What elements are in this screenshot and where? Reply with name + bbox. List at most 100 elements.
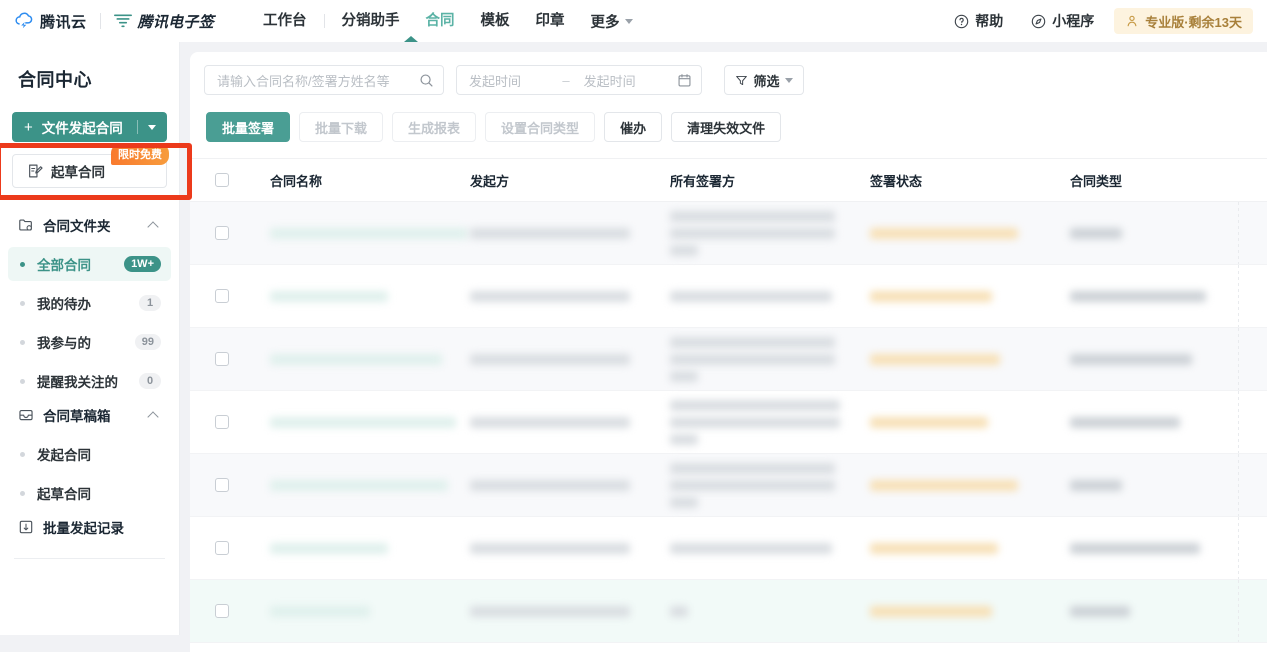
table-row[interactable] (190, 391, 1267, 453)
miniapp-button[interactable]: 小程序 (1017, 11, 1108, 31)
sidebar-item-remind-following[interactable]: 提醒我关注的 0 (8, 364, 171, 398)
redacted-value (470, 353, 630, 365)
redacted-value (1070, 479, 1122, 491)
column-header-initiator[interactable]: 发起方 (454, 171, 654, 190)
table-row[interactable] (190, 517, 1267, 579)
cell-contract-type (1054, 542, 1267, 554)
limited-time-free-badge: 限时免费 (111, 144, 169, 165)
table-row[interactable] (190, 580, 1267, 642)
folder-contract-icon (19, 219, 32, 231)
sidebar-item-participated[interactable]: 我参与的 99 (8, 325, 171, 359)
question-circle-icon (954, 14, 969, 28)
sidebar-group-contract-folder[interactable]: 合同文件夹 (12, 208, 167, 242)
batch-sign-button[interactable]: 批量签署 (206, 112, 291, 142)
search-icon[interactable] (419, 73, 434, 88)
chevron-down-icon (624, 18, 633, 24)
search-placeholder: 请输入合同名称/签署方姓名等 (217, 73, 390, 89)
nav-item-template[interactable]: 模板 (468, 0, 523, 42)
calendar-icon[interactable] (677, 73, 692, 88)
nav-item-seal[interactable]: 印章 (523, 0, 578, 42)
column-header-all-signers[interactable]: 所有签署方 (654, 171, 854, 190)
sidebar-item-draft-contract[interactable]: 起草合同 (8, 476, 171, 510)
nav-item-distribution[interactable]: 分销助手 (329, 0, 413, 42)
sidebar-item-all-contracts[interactable]: 全部合同 1W+ (8, 247, 171, 281)
redacted-value (870, 416, 988, 428)
sidebar-item-label: 全部合同 (37, 258, 91, 273)
sidebar-item-initiate-contract[interactable]: 发起合同 (8, 437, 171, 471)
tencent-esign-brand[interactable]: 腾讯电子签 (113, 11, 215, 32)
table-row[interactable] (190, 265, 1267, 327)
date-range-picker[interactable]: 发起时间 – 发起时间 (456, 65, 702, 95)
batch-record-icon (19, 520, 33, 534)
brand-divider (99, 13, 101, 29)
table-header-row: 合同名称 发起方 所有签署方 签署状态 合同类型 (190, 158, 1267, 202)
redacted-value (670, 353, 835, 365)
checkbox-unchecked-icon[interactable] (215, 352, 229, 366)
redacted-value (270, 605, 370, 617)
redacted-value (670, 399, 840, 411)
help-button[interactable]: 帮助 (940, 11, 1017, 31)
column-header-contract-name[interactable]: 合同名称 (254, 171, 454, 190)
checkbox-unchecked-icon[interactable] (215, 226, 229, 240)
sidebar-item-my-todo[interactable]: 我的待办 1 (8, 286, 171, 320)
main-nav-items: 工作台 分销助手 合同 模板 印章 更多 (250, 0, 646, 42)
help-label: 帮助 (975, 13, 1004, 29)
filter-button-label: 筛选 (753, 73, 780, 89)
sidebar-item-badge: 99 (134, 334, 161, 350)
chevron-up-icon[interactable] (147, 220, 159, 233)
sidebar-group-label: 合同草稿箱 (43, 409, 111, 424)
sidebar-item-label: 我的待办 (37, 297, 91, 312)
cell-all-signers (654, 462, 854, 508)
cell-sign-status (854, 227, 1054, 239)
pro-version-badge[interactable]: 专业版·剩余13天 (1114, 8, 1253, 34)
checkbox-unchecked-icon[interactable] (215, 415, 229, 429)
chevron-up-icon[interactable] (147, 410, 159, 423)
clear-invalid-files-button[interactable]: 清理失效文件 (671, 112, 782, 142)
redacted-value (670, 496, 698, 508)
redacted-value (870, 227, 1018, 239)
redacted-value (670, 605, 688, 617)
column-header-contract-type[interactable]: 合同类型 (1054, 171, 1267, 190)
row-select-cell (190, 541, 254, 555)
nav-item-more[interactable]: 更多 (578, 11, 646, 32)
table-row[interactable] (190, 454, 1267, 516)
checkbox-unchecked-icon[interactable] (215, 478, 229, 492)
nav-more-label: 更多 (590, 14, 620, 31)
nav-item-workbench[interactable]: 工作台 (250, 0, 320, 42)
page-title: 合同中心 (18, 70, 92, 90)
column-header-sign-status[interactable]: 签署状态 (854, 171, 1054, 190)
column-divider (1238, 454, 1239, 516)
checkbox-unchecked-icon[interactable] (215, 541, 229, 555)
tencent-cloud-brand[interactable]: 腾讯云 (14, 11, 87, 32)
sidebar-item-batch-record[interactable]: 批量发起记录 (12, 510, 167, 544)
search-input[interactable]: 请输入合同名称/签署方姓名等 (204, 65, 444, 95)
checkbox-unchecked-icon[interactable] (215, 289, 229, 303)
bullet-icon (20, 339, 25, 345)
table-row[interactable] (190, 328, 1267, 390)
redacted-value (1070, 416, 1180, 428)
select-all-cell (190, 173, 254, 187)
sidebar-group-draft-box[interactable]: 合同草稿箱 (12, 398, 167, 432)
table-row[interactable] (190, 202, 1267, 264)
filter-button[interactable]: 筛选 (724, 65, 804, 95)
checkbox-unchecked-icon[interactable] (215, 173, 229, 187)
file-initiate-contract-button[interactable]: + 文件发起合同 (12, 112, 167, 142)
nav-item-contract[interactable]: 合同 (413, 0, 468, 42)
sidebar-item-label: 提醒我关注的 (37, 375, 118, 390)
redacted-value (470, 416, 630, 428)
checkbox-unchecked-icon[interactable] (215, 604, 229, 618)
redacted-value (470, 290, 630, 302)
cell-all-signers (654, 336, 854, 382)
draft-contract-button[interactable]: 起草合同 限时免费 (12, 144, 169, 188)
cell-sign-status (854, 479, 1054, 491)
urge-button[interactable]: 催办 (604, 112, 663, 142)
generate-report-button: 生成报表 (392, 112, 477, 142)
column-divider (1238, 580, 1239, 642)
sidebar-item-badge: 0 (139, 373, 161, 389)
cell-initiator (454, 290, 654, 302)
bullet-icon (20, 451, 25, 457)
plus-icon: + (24, 118, 33, 136)
column-divider (1238, 328, 1239, 390)
caret-down-icon[interactable] (148, 124, 156, 130)
cell-sign-status (854, 542, 1054, 554)
